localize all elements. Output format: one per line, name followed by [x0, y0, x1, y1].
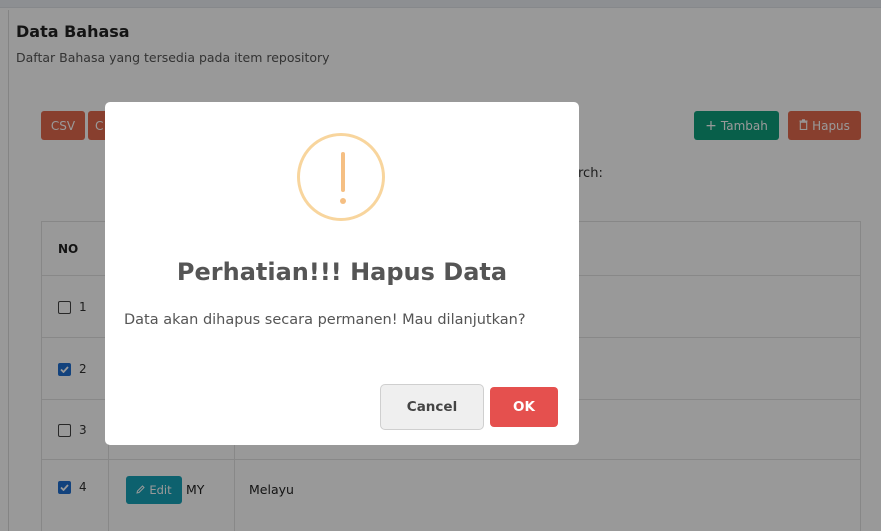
cancel-button-label: Cancel — [406, 399, 458, 415]
dialog-title: Perhatian!!! Hapus Data — [176, 258, 508, 286]
warning-icon-bar — [341, 152, 345, 192]
ok-button[interactable]: OK — [490, 387, 558, 427]
warning-icon-dot — [340, 198, 346, 204]
warning-icon — [297, 133, 385, 221]
dialog-message: Data akan dihapus secara permanen! Mau d… — [124, 312, 526, 328]
cancel-button[interactable]: Cancel — [380, 384, 484, 430]
ok-button-label: OK — [513, 399, 535, 415]
page: Data Bahasa Daftar Bahasa yang tersedia … — [0, 0, 881, 531]
confirm-dialog: Perhatian!!! Hapus Data Data akan dihapu… — [105, 102, 579, 445]
